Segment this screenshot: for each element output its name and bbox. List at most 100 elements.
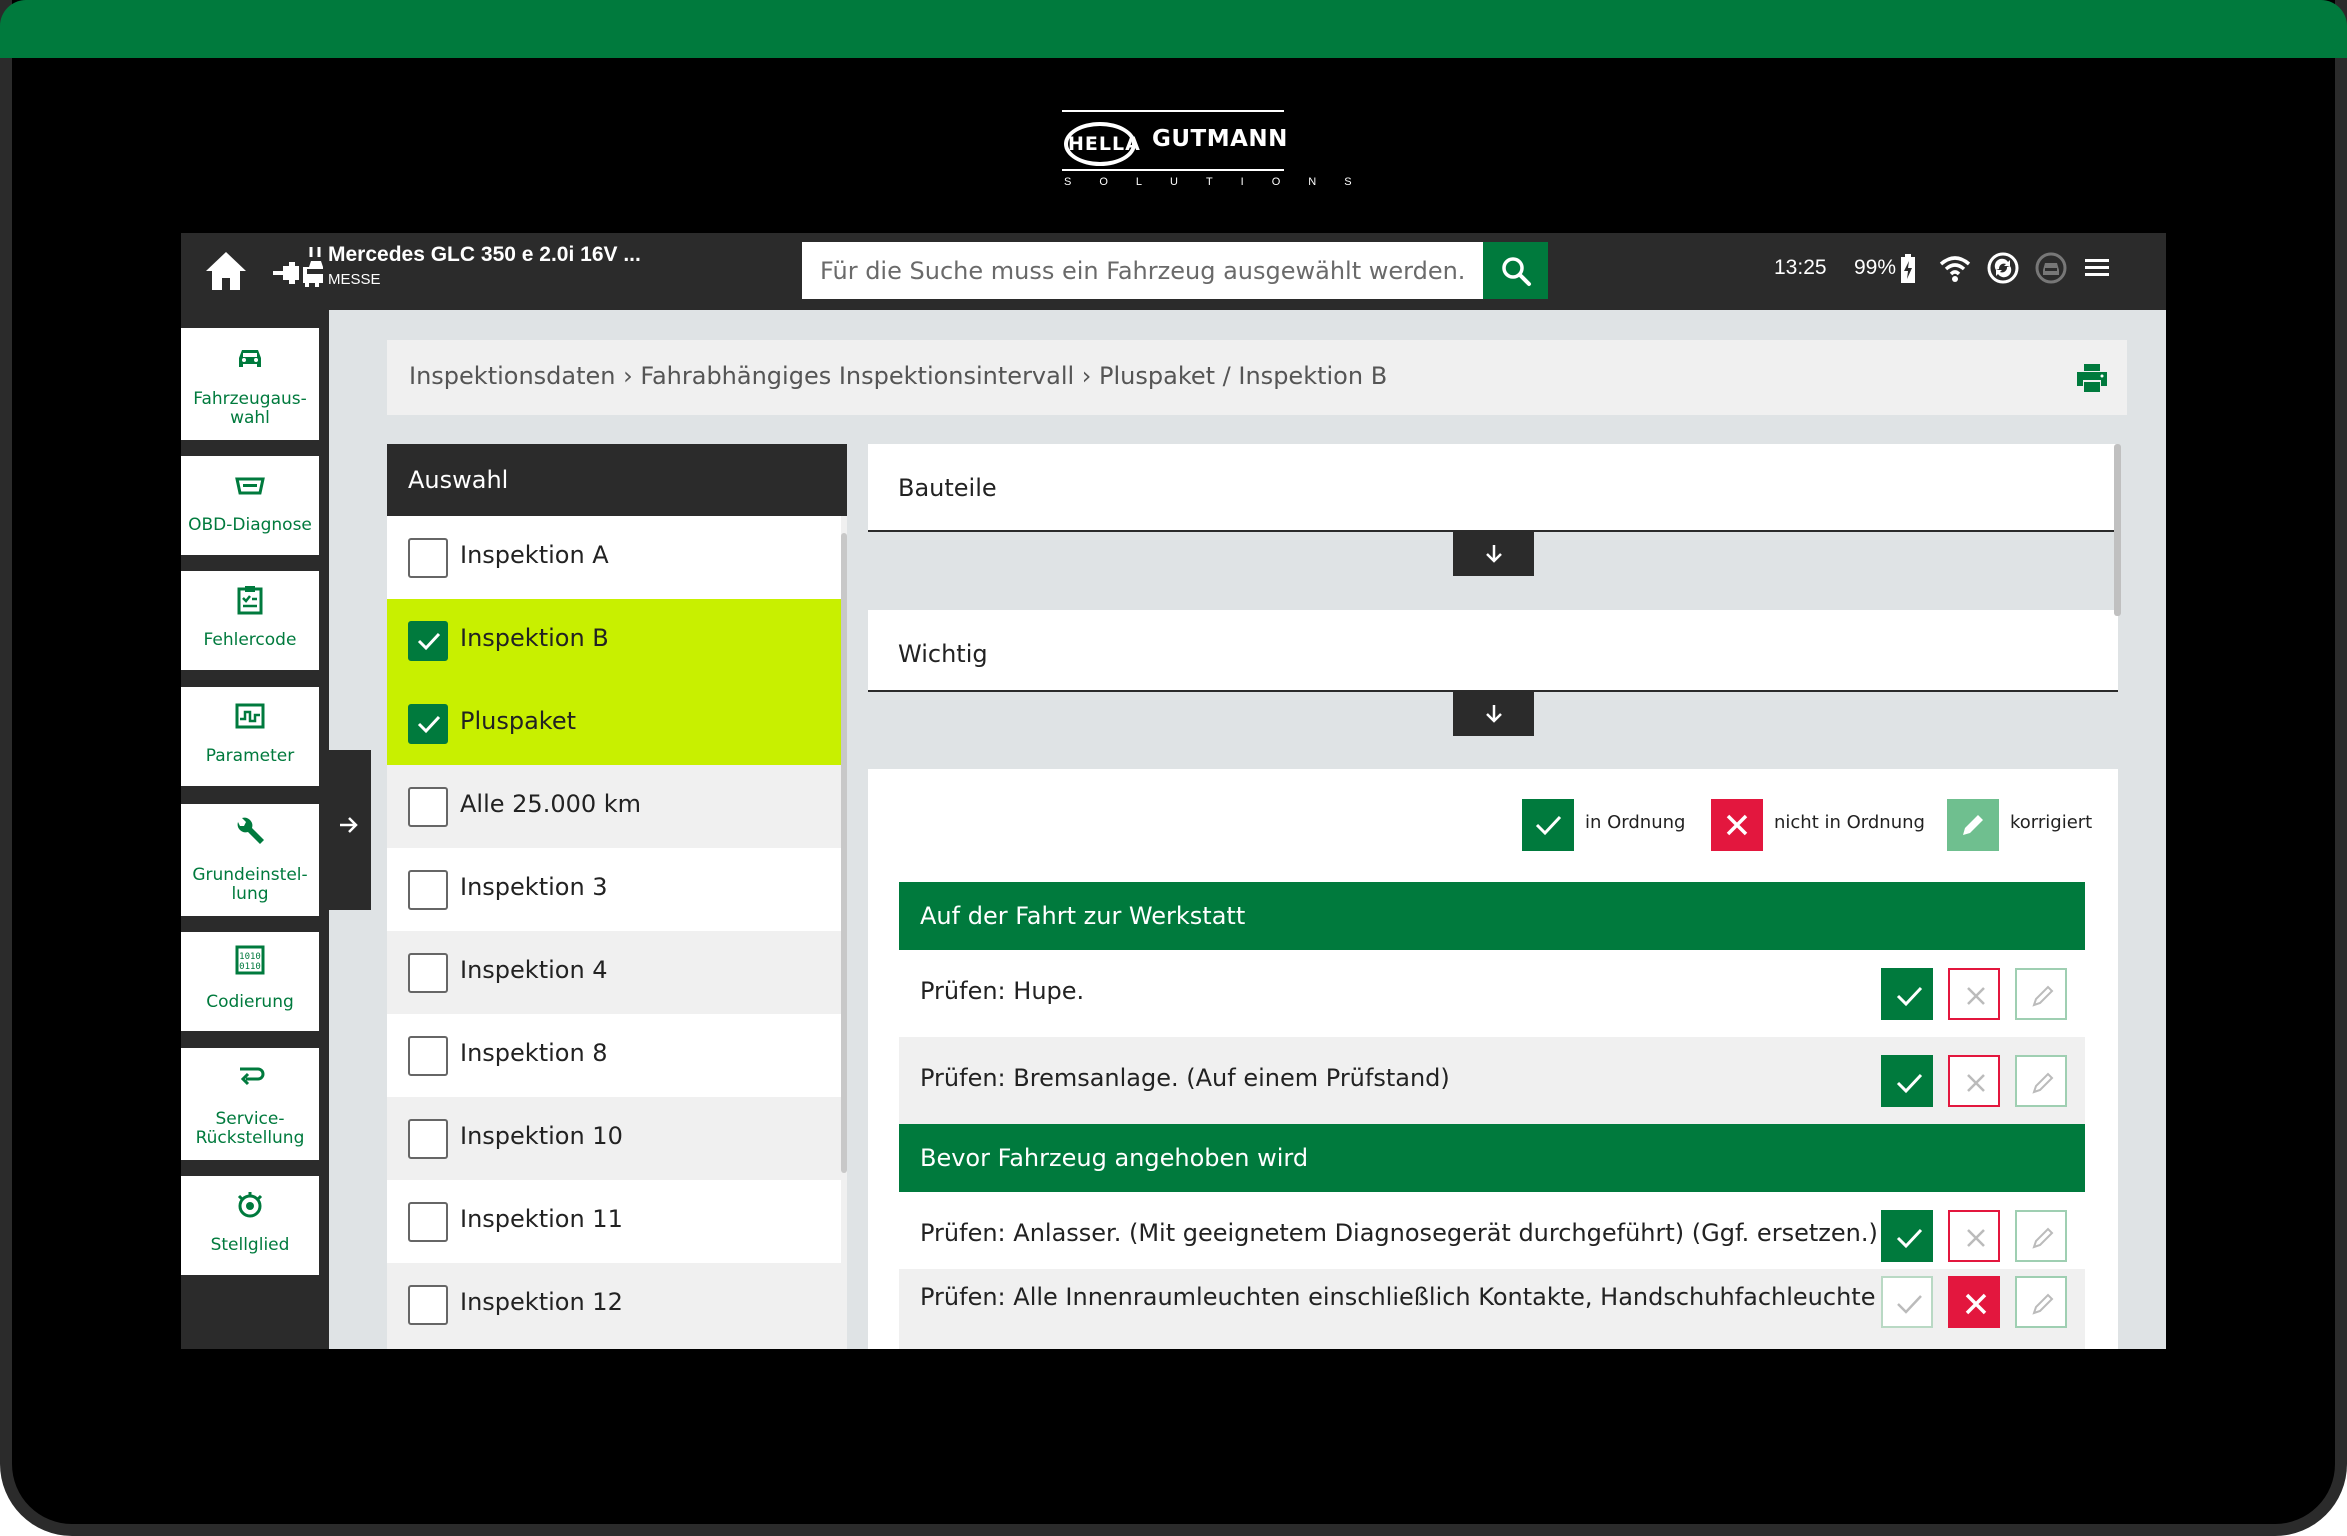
list-item[interactable]: Alle 25.000 km: [387, 765, 841, 848]
brand-tagline: SOLUTIONS: [1064, 176, 1380, 188]
ok-button[interactable]: [1881, 1210, 1933, 1262]
vehicle-subtitle: MESSE: [328, 271, 381, 288]
check-icon: [1535, 815, 1562, 836]
reset-arrow-icon: [240, 1067, 265, 1086]
legend-not-ok-label: nicht in Ordnung: [1774, 812, 1925, 833]
top-bar: Mercedes GLC 350 e 2.0i 16V ... MESSE 13…: [181, 233, 2166, 310]
expand-bauteile-button[interactable]: [1453, 532, 1534, 576]
check-icon: [1897, 1295, 1922, 1314]
sidebar-item-service-rueckstellung[interactable]: Service- Rückstellung: [181, 1048, 319, 1160]
not-ok-button[interactable]: [1948, 1210, 2000, 1262]
checkbox[interactable]: [408, 953, 448, 993]
checkbox[interactable]: [408, 1036, 448, 1076]
list-item-label: Inspektion 10: [460, 1122, 623, 1150]
corrected-button[interactable]: [2015, 968, 2067, 1020]
list-item[interactable]: Pluspaket: [387, 682, 841, 765]
battery-percentage: 99%: [1854, 256, 1897, 279]
checkmark-icon: [417, 632, 441, 651]
search-input[interactable]: [802, 242, 1483, 299]
checkbox[interactable]: [408, 1202, 448, 1242]
list-scrollbar[interactable]: [841, 533, 847, 1173]
home-icon[interactable]: [203, 249, 249, 293]
search-icon: [1502, 257, 1531, 286]
cross-icon: [1967, 987, 1985, 1005]
sidebar-item-stellglied[interactable]: Stellglied: [181, 1176, 319, 1275]
checkbox[interactable]: [408, 621, 448, 661]
search-button[interactable]: [1483, 242, 1548, 299]
sync-icon[interactable]: [1986, 251, 2020, 285]
not-ok-button[interactable]: [1948, 1055, 2000, 1107]
list-item-label: Inspektion 11: [460, 1205, 623, 1233]
checkmark-icon: [417, 715, 441, 734]
checklist-item-text: Prüfen: Anlasser. (Mit geeignetem Diagno…: [920, 1219, 1878, 1247]
list-item-label: Inspektion A: [460, 541, 609, 569]
checklist-item-text: Prüfen: Bremsanlage. (Auf einem Prüfstan…: [920, 1064, 1450, 1092]
tablet-device: HELLA GUTMANN SOLUTIONS Mercedes GLC 350…: [0, 0, 2347, 1536]
inspection-checklist: in Ordnung nicht in Ordnung korrigiert A…: [868, 769, 2118, 1349]
expand-wichtig-button[interactable]: [1453, 692, 1534, 736]
cross-icon: [1965, 1293, 1987, 1315]
cross-icon: [1967, 1229, 1985, 1247]
corrected-button[interactable]: [2015, 1055, 2067, 1107]
sidebar-item-fehlercode[interactable]: Fehlercode: [181, 571, 319, 670]
corrected-button[interactable]: [2015, 1210, 2067, 1262]
sidebar-item-obd-diagnose[interactable]: OBD-Diagnose: [181, 456, 319, 555]
checkbox[interactable]: [408, 1119, 448, 1159]
list-item[interactable]: Inspektion A: [387, 516, 841, 599]
list-item[interactable]: Inspektion 11: [387, 1180, 841, 1263]
legend-not-ok-icon: [1711, 799, 1763, 851]
list-item-label: Alle 25.000 km: [460, 790, 642, 818]
list-item-label: Inspektion 12: [460, 1288, 623, 1316]
pencil-icon: [2032, 985, 2054, 1007]
checkbox[interactable]: [408, 538, 448, 578]
sidebar-item-parameter[interactable]: Parameter: [181, 687, 319, 786]
car-icon: [239, 350, 261, 367]
print-icon[interactable]: [2075, 362, 2109, 394]
checkbox[interactable]: [408, 1285, 448, 1325]
details-scrollbar[interactable]: [2114, 444, 2121, 616]
ok-button[interactable]: [1881, 968, 1933, 1020]
not-ok-button[interactable]: [1948, 968, 2000, 1020]
car-plug-icon[interactable]: [271, 245, 325, 293]
breadcrumb: Inspektionsdaten › Fahrabhängiges Inspek…: [387, 340, 2127, 415]
wrench-icon: [237, 817, 264, 844]
not-ok-button[interactable]: [1948, 1276, 2000, 1328]
vehicle-name[interactable]: Mercedes GLC 350 e 2.0i 16V ...: [328, 243, 641, 267]
ok-button[interactable]: [1881, 1055, 1933, 1107]
corrected-button[interactable]: [2015, 1276, 2067, 1328]
list-item[interactable]: Inspektion 10: [387, 1097, 841, 1180]
sidebar-item-fahrzeugauswahl[interactable]: Fahrzeugaus- wahl: [181, 328, 319, 440]
app-screen: Mercedes GLC 350 e 2.0i 16V ... MESSE 13…: [181, 233, 2166, 1349]
menu-icon[interactable]: [2082, 254, 2112, 282]
sidebar-item-codierung[interactable]: 1010 0110 Codierung: [181, 932, 319, 1031]
breadcrumb-text[interactable]: Inspektionsdaten › Fahrabhängiges Inspek…: [409, 362, 1387, 390]
list-item-label: Inspektion B: [460, 624, 609, 652]
pencil-icon: [1963, 815, 1983, 835]
pencil-icon: [2032, 1072, 2054, 1094]
list-item[interactable]: Inspektion 3: [387, 848, 841, 931]
checkbox[interactable]: [408, 704, 448, 744]
car-status-icon[interactable]: [2034, 251, 2068, 285]
list-item[interactable]: Inspektion 8: [387, 1014, 841, 1097]
brand-logo: HELLA GUTMANN SOLUTIONS: [1062, 110, 1380, 194]
checklist-row: Prüfen: Bremsanlage. (Auf einem Prüfstan…: [899, 1037, 2085, 1124]
checkbox[interactable]: [408, 787, 448, 827]
list-item[interactable]: Inspektion 12: [387, 1263, 841, 1346]
section-title: Wichtig: [898, 640, 988, 668]
list-item-label: Inspektion 8: [460, 1039, 608, 1067]
selection-list: Auswahl Inspektion A Inspektion B Pluspa…: [387, 444, 847, 1349]
sidebar-item-label: Codierung: [206, 992, 294, 1012]
actuator-icon: [237, 1192, 263, 1218]
sidebar-item-label: Fehlercode: [203, 630, 297, 650]
section-wichtig[interactable]: Wichtig: [868, 610, 2118, 692]
sidebar-item-grundeinstellung[interactable]: Grundeinstel- lung: [181, 804, 319, 916]
sidebar-expand-button[interactable]: [329, 750, 371, 910]
gutmann-logo: GUTMANN: [1152, 126, 1288, 152]
ok-button[interactable]: [1881, 1276, 1933, 1328]
list-item[interactable]: Inspektion B: [387, 599, 841, 682]
checkbox[interactable]: [408, 870, 448, 910]
section-bauteile[interactable]: Bauteile: [868, 444, 2118, 532]
list-item[interactable]: Inspektion 4: [387, 931, 841, 1014]
clock: 13:25: [1774, 256, 1827, 279]
logo-rule: [1062, 169, 1284, 171]
